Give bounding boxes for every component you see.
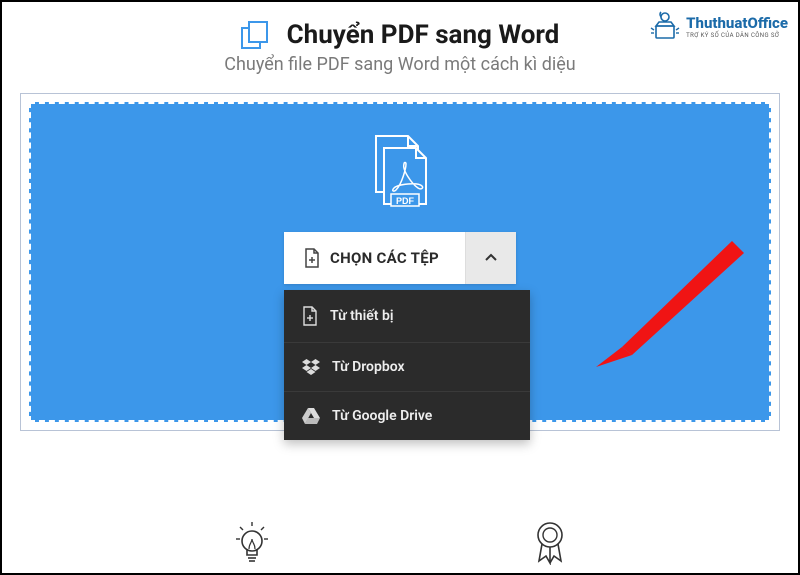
- documents-icon: [241, 21, 275, 49]
- file-add-icon: [302, 306, 318, 326]
- award-ribbon-icon: [533, 521, 567, 565]
- source-dropdown: Từ thiết bị Từ Dropbox: [284, 290, 530, 440]
- watermark-icon: [650, 10, 680, 44]
- drop-area[interactable]: PDF CHỌN CÁC TỆP: [29, 102, 771, 422]
- page-title: Chuyển PDF sang Word: [287, 20, 560, 50]
- file-add-icon: [304, 248, 320, 268]
- dropdown-item-label: Từ thiết bị: [330, 308, 393, 324]
- watermark-logo: ThuthuatOffice TRỢ KÝ SỐ CỦA DÂN CÔNG SỞ: [650, 10, 788, 44]
- svg-text:PDF: PDF: [396, 196, 415, 206]
- google-drive-icon: [302, 408, 320, 424]
- watermark-tagline: TRỢ KÝ SỐ CỦA DÂN CÔNG SỞ: [686, 33, 788, 39]
- footer-feature-icons: [2, 521, 798, 565]
- page-subtitle: Chuyển file PDF sang Word một cách kì di…: [22, 54, 778, 75]
- chevron-up-icon: [484, 253, 498, 263]
- choose-files-toggle[interactable]: [465, 232, 516, 284]
- watermark-brand: ThuthuatOffice: [686, 16, 788, 31]
- lightbulb-icon: [234, 521, 270, 565]
- choose-files-label: CHỌN CÁC TỆP: [330, 249, 439, 267]
- choose-files-button[interactable]: CHỌN CÁC TỆP: [284, 232, 465, 284]
- dropdown-item-label: Từ Google Drive: [332, 408, 432, 424]
- dropdown-item-device[interactable]: Từ thiết bị: [284, 290, 530, 343]
- dropdown-item-label: Từ Dropbox: [332, 359, 405, 375]
- dropbox-icon: [302, 359, 320, 375]
- dropdown-item-dropbox[interactable]: Từ Dropbox: [284, 343, 530, 392]
- choose-files-button-group: CHỌN CÁC TỆP: [284, 232, 516, 284]
- annotation-arrow: [586, 239, 756, 383]
- dropdown-item-gdrive[interactable]: Từ Google Drive: [284, 392, 530, 440]
- drop-area-container: PDF CHỌN CÁC TỆP: [20, 93, 780, 431]
- pdf-stack-icon: PDF: [368, 134, 432, 214]
